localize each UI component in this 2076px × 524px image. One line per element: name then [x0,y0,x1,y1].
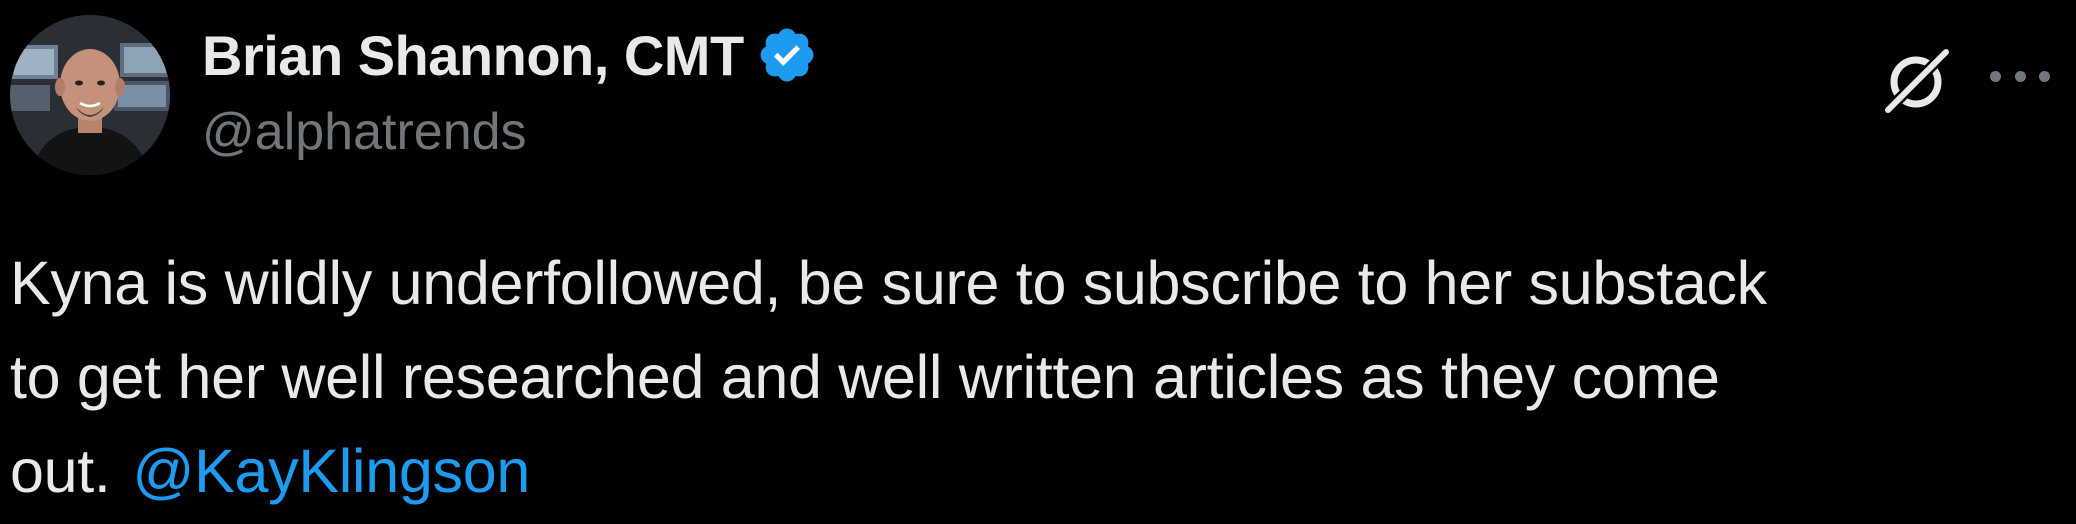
tweet-card: Brian Shannon, CMT @alphatrends Kyna is … [0,0,2076,524]
more-dot-icon [2039,70,2050,82]
more-dots-icon[interactable] [1990,56,2050,96]
more-dot-icon [2014,70,2026,82]
author-display-name[interactable]: Brian Shannon, CMT [202,23,744,88]
author-avatar[interactable] [10,15,170,175]
grok-icon[interactable] [1876,40,1956,120]
author-name-row: Brian Shannon, CMT [202,20,818,90]
author-handle[interactable]: @alphatrends [202,102,527,162]
tweet-text-line-2: to get her well researched and well writ… [10,343,1720,411]
tweet-text-line-3-text: out. [10,437,111,505]
more-dot-icon [1990,70,2001,82]
mention-link[interactable]: @KayKlingson [133,437,531,505]
tweet-text: Kyna is wildly underfollowed, be sure to… [10,236,2066,518]
tweet-text-line-1: Kyna is wildly underfollowed, be sure to… [10,249,1767,317]
verified-badge-icon[interactable] [756,24,818,86]
tweet-text-line-3: out. @KayKlingson [10,424,2066,518]
